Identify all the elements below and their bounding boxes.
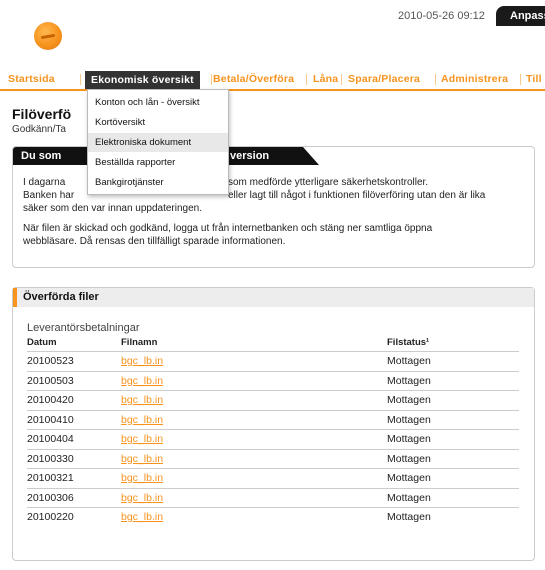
cell-date: 20100503	[27, 374, 74, 387]
info-tab-title-right: version	[230, 150, 270, 162]
cell-filename-link[interactable]: bgc_lb.in	[121, 355, 163, 367]
table-row: 20100321 bgc_lb.in Mottagen	[27, 468, 519, 488]
nav-item-ekonomisk-oversikt[interactable]: Ekonomisk översikt	[85, 71, 200, 89]
info-tab-title-left: Du som	[21, 150, 62, 162]
nav-item-spara-placera[interactable]: Spara/Placera	[348, 73, 420, 85]
cell-date: 20100404	[27, 433, 74, 445]
dropdown-item-electronic-documents[interactable]: Elektroniska dokument	[88, 133, 228, 152]
page-subtitle: Godkänn/Ta	[12, 124, 66, 135]
cell-date: 20100523	[27, 355, 74, 367]
files-panel-heading: Överförda filer	[13, 288, 534, 307]
cell-status: Mottagen	[387, 452, 431, 465]
nav-separator	[211, 74, 212, 85]
page-title: Filöverfö	[12, 106, 72, 122]
table-row: 20100220 bgc_lb.in Mottagen	[27, 507, 519, 527]
info-line-3: säker som den var innan uppdateringen.	[23, 203, 203, 214]
cell-date: 20100220	[27, 511, 74, 523]
cell-date: 20100410	[27, 413, 74, 426]
nav-item-lana[interactable]: Låna	[313, 73, 338, 85]
cell-filename-link[interactable]: bgc_lb.in	[121, 453, 163, 465]
table-row: 20100306 bgc_lb.in Mottagen	[27, 487, 519, 508]
cell-date: 20100330	[27, 452, 74, 465]
cell-date: 20100420	[27, 394, 74, 406]
cell-filename-link[interactable]: bgc_lb.in	[121, 511, 163, 523]
dropdown-item-ordered-reports[interactable]: Beställda rapporter	[88, 153, 228, 172]
info-line-5: webbläsare. Då rensas den tillfälligt sp…	[23, 236, 286, 247]
cell-filename-link[interactable]: bgc_lb.in	[121, 394, 163, 406]
nav-separator	[520, 74, 521, 85]
cell-filename-link[interactable]: bgc_lb.in	[121, 433, 163, 445]
nav-separator	[80, 74, 81, 85]
cell-status: Mottagen	[387, 472, 431, 484]
economic-overview-dropdown: Konton och lån - översikt Kortöversikt E…	[87, 89, 229, 195]
files-section-title: Leverantörsbetalningar	[27, 322, 140, 334]
nav-separator	[341, 74, 342, 85]
table-row: 20100410 bgc_lb.in Mottagen	[27, 409, 519, 430]
nav-item-startsida[interactable]: Startsida	[8, 73, 55, 85]
cell-filename-link[interactable]: bgc_lb.in	[121, 472, 163, 484]
table-row: 20100404 bgc_lb.in Mottagen	[27, 429, 519, 449]
nav-item-till[interactable]: Till	[526, 73, 542, 85]
info-line-1-right: som medförde ytterligare säkerhetskontro…	[228, 177, 429, 188]
dropdown-item-card-overview[interactable]: Kortöversikt	[88, 113, 228, 132]
column-header-status: Filstatus¹	[387, 337, 430, 348]
nav-item-betala-overfora[interactable]: Betala/Överföra	[213, 73, 294, 85]
table-row: 20100330 bgc_lb.in Mottagen	[27, 448, 519, 469]
customize-button[interactable]: Anpassa	[496, 6, 545, 26]
table-row: 20100523 bgc_lb.in Mottagen	[27, 351, 519, 371]
cell-date: 20100306	[27, 491, 74, 504]
top-bar: 2010-05-26 09:12 Anpassa	[0, 0, 545, 70]
table-row: 20100503 bgc_lb.in Mottagen	[27, 370, 519, 391]
nav-separator	[306, 74, 307, 85]
dropdown-item-accounts-loans[interactable]: Konton och lån - översikt	[88, 93, 228, 112]
transferred-files-panel: Överförda filer Leverantörsbetalningar D…	[12, 287, 535, 561]
cell-status: Mottagen	[387, 413, 431, 426]
cell-filename-link[interactable]: bgc_lb.in	[121, 492, 163, 504]
column-header-date: Datum	[27, 337, 57, 348]
cell-date: 20100321	[27, 472, 74, 484]
cell-filename-link[interactable]: bgc_lb.in	[121, 375, 163, 387]
info-line-1-left: I dagarna	[23, 177, 66, 188]
nav-separator	[435, 74, 436, 85]
cell-status: Mottagen	[387, 511, 431, 523]
table-row: 20100420 bgc_lb.in Mottagen	[27, 390, 519, 410]
cell-filename-link[interactable]: bgc_lb.in	[121, 414, 163, 426]
dropdown-item-bankgiro-services[interactable]: Bankgirotjänster	[88, 173, 228, 192]
info-line-4: När filen är skickad och godkänd, logga …	[23, 223, 433, 234]
cell-status: Mottagen	[387, 491, 431, 504]
cell-status: Mottagen	[387, 374, 431, 387]
cell-status: Mottagen	[387, 394, 431, 406]
cell-status: Mottagen	[387, 433, 431, 445]
bank-logo-icon[interactable]	[34, 22, 62, 50]
datetime: 2010-05-26 09:12	[398, 10, 485, 22]
column-header-filename: Filnamn	[121, 337, 158, 348]
main-nav: Startsida Ekonomisk översikt Betala/Över…	[0, 71, 545, 91]
info-line-2-left: Banken har	[23, 190, 75, 201]
info-line-2-right: eller lagt till något i funktionen filöv…	[228, 190, 486, 201]
cell-status: Mottagen	[387, 355, 431, 367]
nav-item-administrera[interactable]: Administrera	[441, 73, 508, 85]
